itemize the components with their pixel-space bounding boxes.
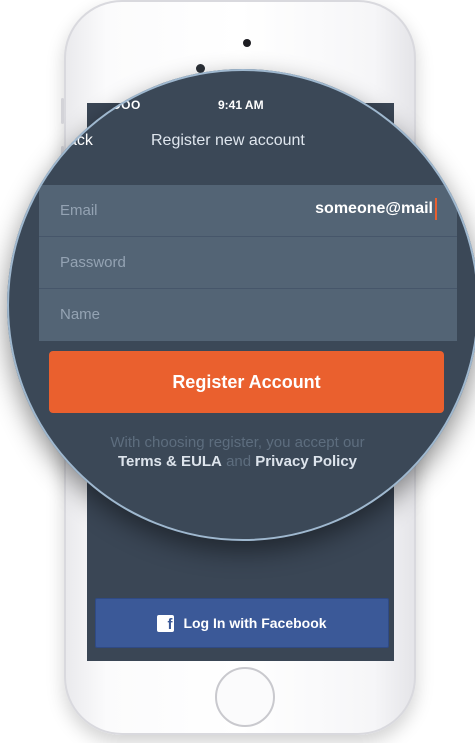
facebook-icon: f	[157, 614, 175, 632]
facebook-login-button[interactable]: f Log In with Facebook	[95, 598, 389, 648]
magnified-view: •••ODOO 9:41 AM ack Register new account…	[7, 69, 475, 541]
back-button[interactable]: ack	[68, 132, 93, 150]
name-label: Name	[60, 306, 101, 323]
text-cursor	[435, 198, 437, 220]
status-bar: •••ODOO 9:41 AM	[80, 96, 400, 118]
front-camera	[243, 39, 251, 47]
email-input-value[interactable]: someone@mail	[315, 200, 433, 218]
privacy-policy-link[interactable]: Privacy Policy	[255, 453, 357, 470]
terms-and-text: and	[226, 453, 252, 470]
register-account-button[interactable]: Register Account	[49, 351, 444, 413]
terms-line-2: Terms & EULA and Privacy Policy	[7, 452, 475, 471]
status-time: 9:41 AM	[218, 98, 264, 112]
terms-notice: With choosing register, you accept our T…	[7, 433, 475, 471]
email-field[interactable]: Email someone@mail	[39, 185, 457, 237]
page-title: Register new account	[151, 132, 305, 149]
home-button[interactable]	[215, 667, 275, 727]
navigation-bar: ack Register new account	[7, 124, 475, 160]
carrier-label: •••ODOO	[88, 98, 141, 112]
facebook-login-label: Log In with Facebook	[183, 615, 327, 631]
terms-eula-link[interactable]: Terms & EULA	[118, 453, 222, 470]
email-label: Email	[60, 202, 98, 219]
terms-line-1: With choosing register, you accept our	[110, 434, 365, 451]
password-field[interactable]: Password	[39, 237, 457, 289]
password-label: Password	[60, 254, 126, 271]
name-field[interactable]: Name	[39, 289, 457, 341]
register-form: Email someone@mail Password Name	[39, 185, 457, 341]
